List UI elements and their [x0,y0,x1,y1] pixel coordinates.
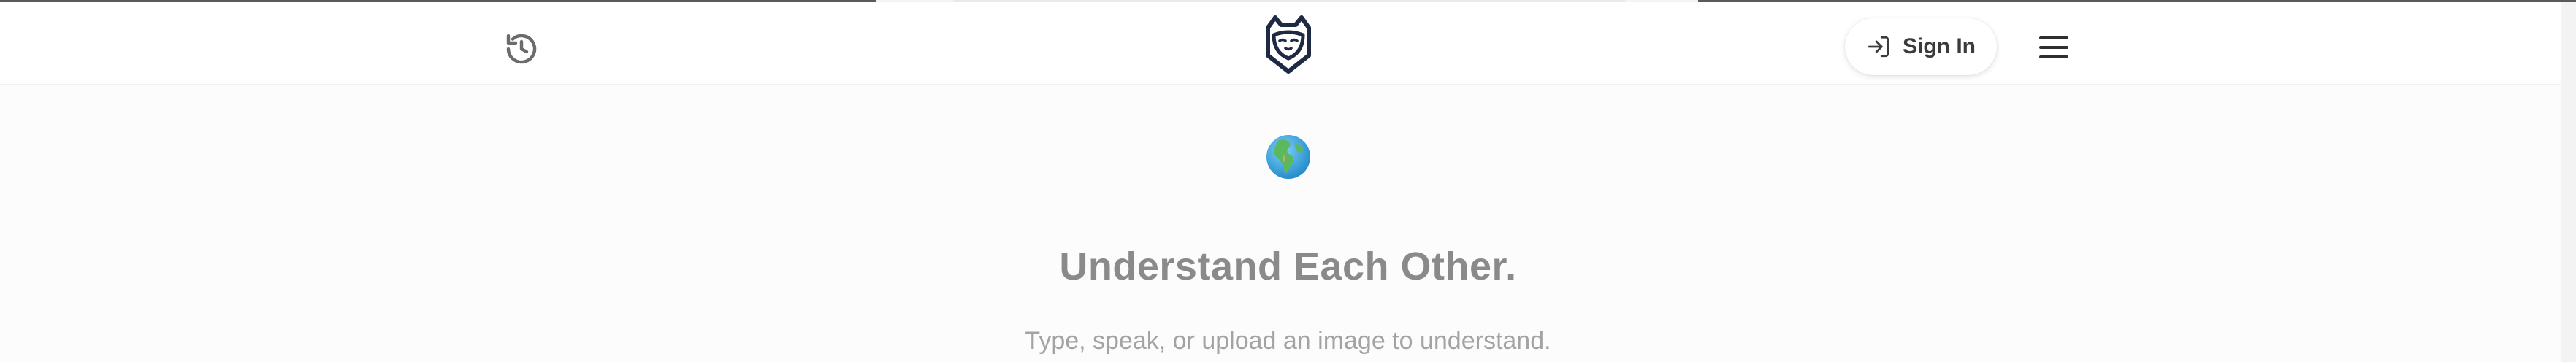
page: Sign In Understand Each Other. Type, spe… [0,0,2576,362]
top-header: Sign In [0,2,2576,85]
sign-in-button[interactable]: Sign In [1845,18,1997,75]
cat-shield-logo-icon [1266,15,1311,74]
main-subtitle: Type, speak, or upload an image to under… [1025,327,1551,355]
app-logo[interactable] [1262,12,1315,75]
history-button[interactable] [501,28,542,69]
menu-button[interactable] [2035,28,2073,66]
history-icon [506,34,537,64]
sign-in-label: Sign In [1903,34,1976,58]
sign-in-icon [1868,36,1889,58]
scrollbar[interactable] [2561,2,2576,362]
globe-icon [1266,135,1310,179]
hamburger-menu-icon [2039,36,2068,58]
main-headline: Understand Each Other. [1059,244,1517,288]
